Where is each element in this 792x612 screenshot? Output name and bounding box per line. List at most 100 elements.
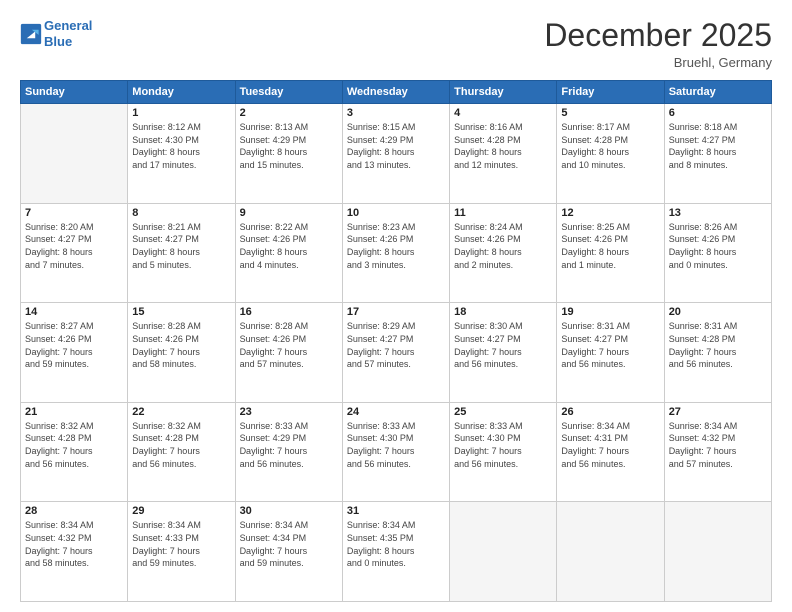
title-block: December 2025 Bruehl, Germany [544, 18, 772, 70]
calendar-day-cell [664, 502, 771, 602]
day-of-week-header: Saturday [664, 81, 771, 104]
day-info: Sunrise: 8:33 AM Sunset: 4:30 PM Dayligh… [454, 420, 552, 470]
day-info: Sunrise: 8:34 AM Sunset: 4:32 PM Dayligh… [25, 519, 123, 569]
day-info: Sunrise: 8:13 AM Sunset: 4:29 PM Dayligh… [240, 121, 338, 171]
day-number: 23 [240, 406, 338, 418]
calendar-day-cell: 27Sunrise: 8:34 AM Sunset: 4:32 PM Dayli… [664, 402, 771, 502]
day-info: Sunrise: 8:28 AM Sunset: 4:26 PM Dayligh… [132, 320, 230, 370]
day-number: 6 [669, 107, 767, 119]
day-info: Sunrise: 8:32 AM Sunset: 4:28 PM Dayligh… [25, 420, 123, 470]
logo-line2: Blue [44, 34, 72, 49]
day-of-week-header: Monday [128, 81, 235, 104]
day-number: 28 [25, 505, 123, 517]
day-info: Sunrise: 8:23 AM Sunset: 4:26 PM Dayligh… [347, 221, 445, 271]
day-info: Sunrise: 8:34 AM Sunset: 4:35 PM Dayligh… [347, 519, 445, 569]
day-info: Sunrise: 8:16 AM Sunset: 4:28 PM Dayligh… [454, 121, 552, 171]
calendar-day-cell: 23 Sunrise: 8:33 AM Sunset: 4:29 PM Dayli… [235, 402, 342, 502]
day-of-week-header: Friday [557, 81, 664, 104]
day-number: 14 [25, 306, 123, 318]
calendar-day-cell: 18Sunrise: 8:30 AM Sunset: 4:27 PM Dayli… [450, 303, 557, 403]
day-info: Sunrise: 8:33 AM Sunset: 4:30 PM Dayligh… [347, 420, 445, 470]
day-info: Sunrise: 8:34 AM Sunset: 4:31 PM Dayligh… [561, 420, 659, 470]
calendar-day-cell: 15Sunrise: 8:28 AM Sunset: 4:26 PM Dayli… [128, 303, 235, 403]
day-info: Sunrise: 8:29 AM Sunset: 4:27 PM Dayligh… [347, 320, 445, 370]
day-number: 31 [347, 505, 445, 517]
day-number: 9 [240, 207, 338, 219]
day-info: Sunrise: 8:28 AM Sunset: 4:26 PM Dayligh… [240, 320, 338, 370]
day-number: 12 [561, 207, 659, 219]
calendar-week-row: 21 Sunrise: 8:32 AM Sunset: 4:28 PM Dayli… [21, 402, 772, 502]
calendar-day-cell: 19 Sunrise: 8:31 AM Sunset: 4:27 PM Dayli… [557, 303, 664, 403]
day-number: 4 [454, 107, 552, 119]
calendar-day-cell: 31 Sunrise: 8:34 AM Sunset: 4:35 PM Dayli… [342, 502, 449, 602]
calendar-day-cell: 26 Sunrise: 8:34 AM Sunset: 4:31 PM Dayli… [557, 402, 664, 502]
day-of-week-header: Sunday [21, 81, 128, 104]
day-info: Sunrise: 8:31 AM Sunset: 4:27 PM Dayligh… [561, 320, 659, 370]
day-number: 1 [132, 107, 230, 119]
day-info: Sunrise: 8:32 AM Sunset: 4:28 PM Dayligh… [132, 420, 230, 470]
day-info: Sunrise: 8:24 AM Sunset: 4:26 PM Dayligh… [454, 221, 552, 271]
calendar-day-cell: 9 Sunrise: 8:22 AM Sunset: 4:26 PM Daylig… [235, 203, 342, 303]
day-info: Sunrise: 8:18 AM Sunset: 4:27 PM Dayligh… [669, 121, 767, 171]
day-info: Sunrise: 8:20 AM Sunset: 4:27 PM Dayligh… [25, 221, 123, 271]
day-number: 2 [240, 107, 338, 119]
calendar-day-cell: 6 Sunrise: 8:18 AM Sunset: 4:27 PM Daylig… [664, 104, 771, 204]
day-info: Sunrise: 8:17 AM Sunset: 4:28 PM Dayligh… [561, 121, 659, 171]
day-info: Sunrise: 8:12 AM Sunset: 4:30 PM Dayligh… [132, 121, 230, 171]
day-info: Sunrise: 8:22 AM Sunset: 4:26 PM Dayligh… [240, 221, 338, 271]
calendar-day-cell [557, 502, 664, 602]
calendar-day-cell: 21 Sunrise: 8:32 AM Sunset: 4:28 PM Dayli… [21, 402, 128, 502]
calendar-day-cell: 30 Sunrise: 8:34 AM Sunset: 4:34 PM Dayli… [235, 502, 342, 602]
calendar-header-row: SundayMondayTuesdayWednesdayThursdayFrid… [21, 81, 772, 104]
day-number: 24 [347, 406, 445, 418]
calendar-day-cell: 24 Sunrise: 8:33 AM Sunset: 4:30 PM Dayli… [342, 402, 449, 502]
day-number: 11 [454, 207, 552, 219]
day-info: Sunrise: 8:26 AM Sunset: 4:26 PM Dayligh… [669, 221, 767, 271]
day-number: 7 [25, 207, 123, 219]
day-number: 21 [25, 406, 123, 418]
calendar-day-cell: 29Sunrise: 8:34 AM Sunset: 4:33 PM Dayli… [128, 502, 235, 602]
logo-text: General Blue [44, 18, 92, 49]
calendar-day-cell: 17 Sunrise: 8:29 AM Sunset: 4:27 PM Dayli… [342, 303, 449, 403]
calendar-day-cell: 3 Sunrise: 8:15 AM Sunset: 4:29 PM Daylig… [342, 104, 449, 204]
day-info: Sunrise: 8:25 AM Sunset: 4:26 PM Dayligh… [561, 221, 659, 271]
calendar-day-cell: 13 Sunrise: 8:26 AM Sunset: 4:26 PM Dayli… [664, 203, 771, 303]
day-info: Sunrise: 8:33 AM Sunset: 4:29 PM Dayligh… [240, 420, 338, 470]
calendar-day-cell: 22 Sunrise: 8:32 AM Sunset: 4:28 PM Dayli… [128, 402, 235, 502]
day-number: 20 [669, 306, 767, 318]
calendar-week-row: 28 Sunrise: 8:34 AM Sunset: 4:32 PM Dayli… [21, 502, 772, 602]
day-number: 13 [669, 207, 767, 219]
calendar-day-cell [21, 104, 128, 204]
calendar-table: SundayMondayTuesdayWednesdayThursdayFrid… [20, 80, 772, 602]
calendar-week-row: 1 Sunrise: 8:12 AM Sunset: 4:30 PM Daylig… [21, 104, 772, 204]
day-number: 22 [132, 406, 230, 418]
calendar-day-cell: 16Sunrise: 8:28 AM Sunset: 4:26 PM Dayli… [235, 303, 342, 403]
header: General Blue December 2025 Bruehl, Germa… [20, 18, 772, 70]
day-number: 10 [347, 207, 445, 219]
day-info: Sunrise: 8:27 AM Sunset: 4:26 PM Dayligh… [25, 320, 123, 370]
day-number: 5 [561, 107, 659, 119]
page: General Blue December 2025 Bruehl, Germa… [0, 0, 792, 612]
day-number: 19 [561, 306, 659, 318]
day-of-week-header: Tuesday [235, 81, 342, 104]
calendar-week-row: 14 Sunrise: 8:27 AM Sunset: 4:26 PM Dayli… [21, 303, 772, 403]
location: Bruehl, Germany [544, 55, 772, 70]
day-number: 17 [347, 306, 445, 318]
calendar-day-cell: 25Sunrise: 8:33 AM Sunset: 4:30 PM Dayli… [450, 402, 557, 502]
day-of-week-header: Thursday [450, 81, 557, 104]
day-info: Sunrise: 8:34 AM Sunset: 4:34 PM Dayligh… [240, 519, 338, 569]
day-info: Sunrise: 8:21 AM Sunset: 4:27 PM Dayligh… [132, 221, 230, 271]
calendar-day-cell: 12 Sunrise: 8:25 AM Sunset: 4:26 PM Dayli… [557, 203, 664, 303]
day-number: 8 [132, 207, 230, 219]
day-number: 3 [347, 107, 445, 119]
calendar-day-cell: 14 Sunrise: 8:27 AM Sunset: 4:26 PM Dayli… [21, 303, 128, 403]
day-info: Sunrise: 8:15 AM Sunset: 4:29 PM Dayligh… [347, 121, 445, 171]
calendar-day-cell: 4 Sunrise: 8:16 AM Sunset: 4:28 PM Daylig… [450, 104, 557, 204]
calendar-day-cell: 10 Sunrise: 8:23 AM Sunset: 4:26 PM Dayli… [342, 203, 449, 303]
calendar-day-cell: 1 Sunrise: 8:12 AM Sunset: 4:30 PM Daylig… [128, 104, 235, 204]
logo: General Blue [20, 18, 92, 49]
day-number: 30 [240, 505, 338, 517]
day-number: 27 [669, 406, 767, 418]
day-number: 26 [561, 406, 659, 418]
calendar-day-cell: 8 Sunrise: 8:21 AM Sunset: 4:27 PM Daylig… [128, 203, 235, 303]
